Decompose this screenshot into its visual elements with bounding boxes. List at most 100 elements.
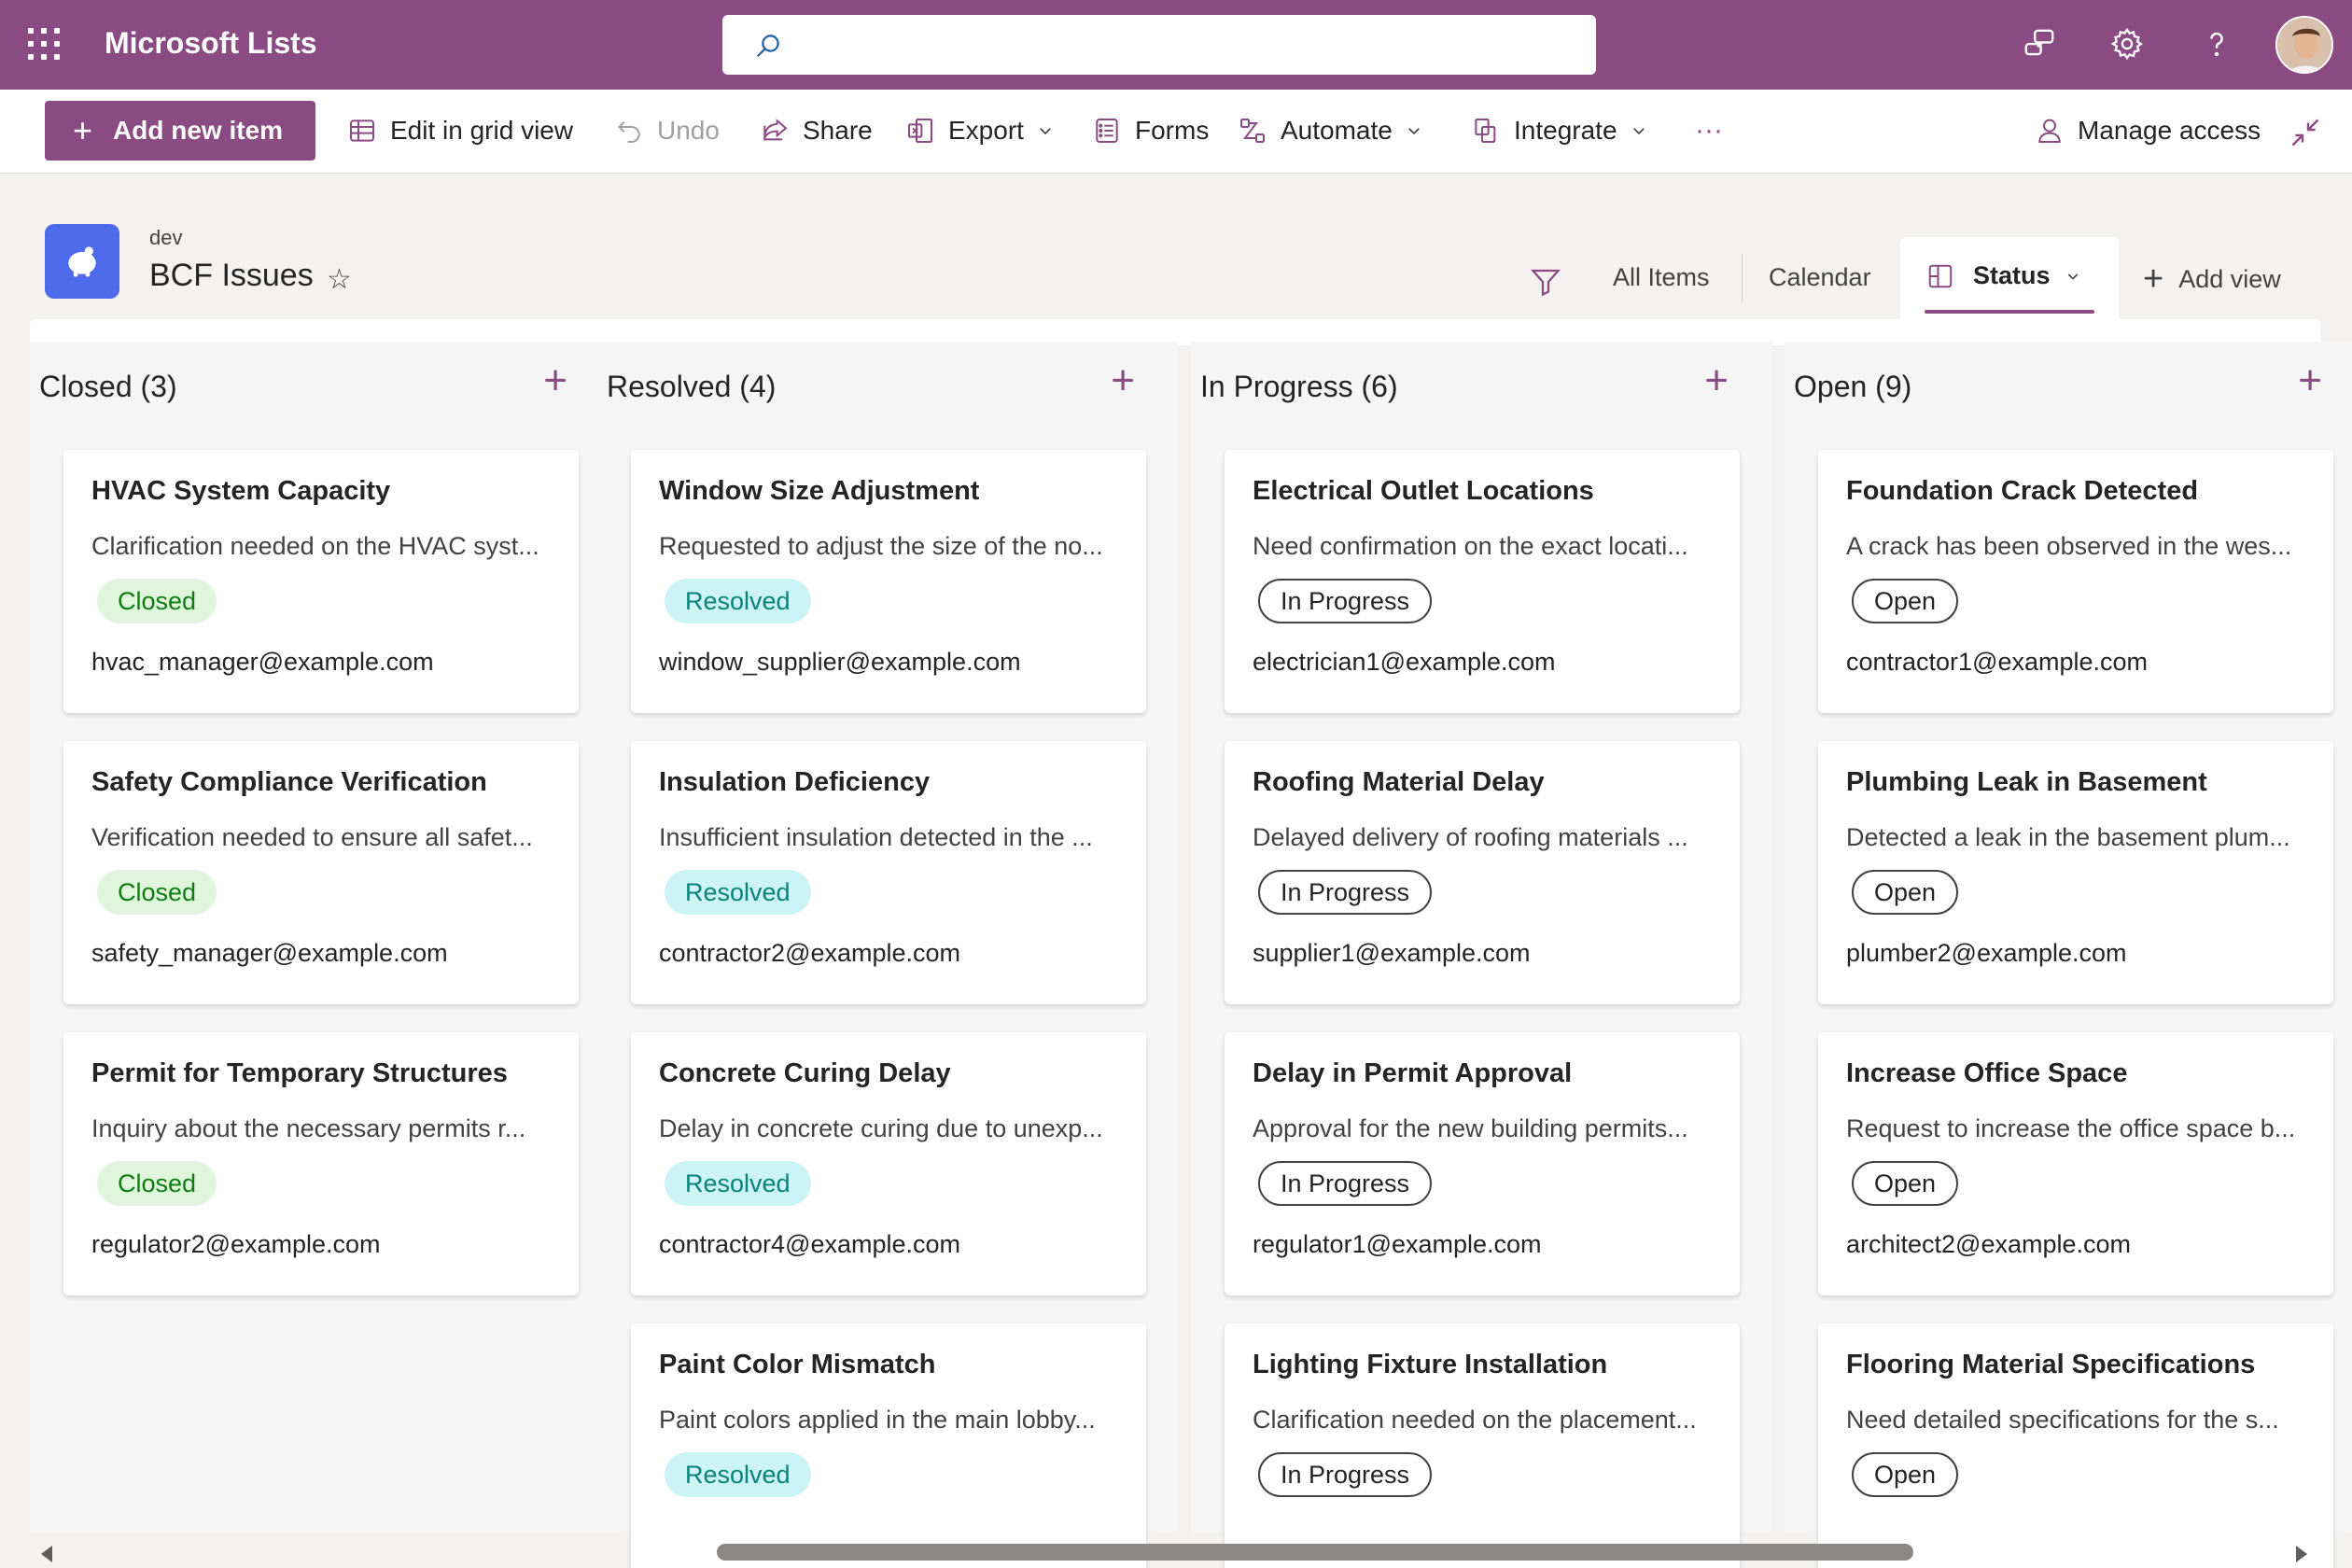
- list-title: BCF Issues: [149, 258, 314, 293]
- piggy-bank-icon: [68, 246, 96, 277]
- forms-button[interactable]: Forms: [1092, 110, 1209, 151]
- site-name[interactable]: dev: [149, 226, 182, 250]
- card-description: Inquiry about the necessary permits r...: [91, 1114, 526, 1142]
- board-column: In Progress (6) + Electrical Outlet Locati…: [1191, 342, 1771, 1568]
- add-new-item-button[interactable]: + Add new item: [45, 101, 315, 161]
- filter-icon[interactable]: [1529, 265, 1562, 299]
- share-button[interactable]: Share: [760, 110, 873, 151]
- column-add-item-button[interactable]: +: [1704, 360, 1729, 401]
- integrate-icon: [1475, 119, 1496, 143]
- issue-card[interactable]: Flooring Material Specifications Need det…: [1818, 1323, 2333, 1568]
- card-title: Roofing Material Delay: [1253, 767, 1545, 797]
- search-box[interactable]: [722, 15, 1596, 75]
- app-title[interactable]: Microsoft Lists: [105, 26, 317, 61]
- add-view-button[interactable]: + Add view: [2143, 261, 2281, 297]
- tab-all-items[interactable]: All Items: [1613, 263, 1710, 292]
- undo-label: Undo: [657, 116, 720, 145]
- column-header: In Progress (6): [1200, 370, 1398, 403]
- board-column: Closed (3) + HVAC System Capacity Clarifica…: [30, 342, 610, 1533]
- issue-card[interactable]: Safety Compliance Verification Verificati…: [63, 741, 579, 1004]
- horizontal-scrollbar[interactable]: [30, 1540, 2326, 1568]
- card-description: Paint colors applied in the main lobby..…: [659, 1406, 1096, 1434]
- status-badge: In Progress: [1258, 1452, 1433, 1497]
- plus-icon: +: [73, 111, 93, 149]
- card-title: Plumbing Leak in Basement: [1846, 767, 2207, 797]
- export-button[interactable]: Export: [905, 110, 1054, 151]
- undo-button[interactable]: Undo: [614, 110, 720, 151]
- card-assignee-email: plumber2@example.com: [1846, 939, 2127, 967]
- issue-card[interactable]: Increase Office Space Request to increase…: [1818, 1032, 2333, 1295]
- grid-icon: [350, 119, 374, 142]
- status-badge: Open: [1852, 1161, 1959, 1206]
- status-badge: Closed: [97, 1161, 217, 1206]
- board-icon: [1928, 264, 1953, 287]
- export-label: Export: [948, 116, 1024, 145]
- forms-icon: [1096, 119, 1118, 143]
- card-assignee-email: contractor1@example.com: [1846, 648, 2149, 676]
- manage-access-button[interactable]: Manage access: [2035, 110, 2261, 151]
- chevron-down-icon: [1632, 128, 1645, 135]
- add-view-label: Add view: [2178, 264, 2281, 293]
- card-title: Flooring Material Specifications: [1846, 1350, 2256, 1379]
- card-assignee-email: regulator2@example.com: [91, 1230, 381, 1258]
- user-avatar[interactable]: [2275, 16, 2333, 74]
- chevron-down-icon: [1408, 128, 1420, 135]
- issue-card[interactable]: Lighting Fixture Installation Clarificati…: [1225, 1323, 1740, 1568]
- card-assignee-email: safety_manager@example.com: [91, 939, 448, 967]
- issue-card[interactable]: Permit for Temporary Structures Inquiry a…: [63, 1032, 579, 1295]
- collapse-icon[interactable]: [2289, 116, 2322, 149]
- card-title: Lighting Fixture Installation: [1253, 1350, 1608, 1379]
- card-description: Insufficient insulation detected in the …: [659, 823, 1093, 851]
- column-add-item-button[interactable]: +: [2298, 360, 2322, 401]
- column-add-item-button[interactable]: +: [543, 360, 567, 401]
- issue-card[interactable]: Electrical Outlet Locations Need confirma…: [1225, 450, 1740, 713]
- status-badge: In Progress: [1258, 579, 1433, 623]
- chat-icon[interactable]: [2022, 26, 2057, 62]
- status-badge: In Progress: [1258, 870, 1433, 915]
- card-description: Detected a leak in the basement plum...: [1846, 823, 2290, 851]
- issue-card[interactable]: Window Size Adjustment Requested to adjus…: [631, 450, 1146, 713]
- card-description: Delay in concrete curing due to unexp...: [659, 1114, 1103, 1142]
- card-title: Permit for Temporary Structures: [91, 1058, 508, 1088]
- status-badge: Resolved: [665, 870, 811, 915]
- manage-access-label: Manage access: [2078, 116, 2261, 145]
- issue-card[interactable]: HVAC System Capacity Clarification needed…: [63, 450, 579, 713]
- app-launcher-icon[interactable]: [28, 28, 60, 60]
- card-title: Concrete Curing Delay: [659, 1058, 951, 1088]
- column-add-item-button[interactable]: +: [1111, 360, 1135, 401]
- scrollbar-thumb[interactable]: [717, 1544, 1913, 1561]
- favorite-star-icon[interactable]: ☆: [327, 263, 352, 296]
- card-description: A crack has been observed in the wes...: [1846, 532, 2292, 560]
- issue-card[interactable]: Plumbing Leak in Basement Detected a leak…: [1818, 741, 2333, 1004]
- status-badge: Resolved: [665, 579, 811, 623]
- integrate-button[interactable]: Integrate: [1471, 110, 1647, 151]
- tab-status[interactable]: Status: [1900, 237, 2119, 319]
- card-title: Paint Color Mismatch: [659, 1350, 936, 1379]
- search-input[interactable]: [797, 26, 1562, 63]
- issue-card[interactable]: Insulation Deficiency Insufficient insula…: [631, 741, 1146, 1004]
- edit-grid-view-button[interactable]: Edit in grid view: [347, 110, 573, 151]
- person-icon: [2038, 119, 2061, 143]
- card-title: Safety Compliance Verification: [91, 767, 487, 797]
- card-assignee-email: regulator1@example.com: [1253, 1230, 1542, 1258]
- automate-button[interactable]: Automate: [1238, 110, 1422, 151]
- issue-card[interactable]: Delay in Permit Approval Approval for the…: [1225, 1032, 1740, 1295]
- scroll-left-icon[interactable]: [41, 1546, 52, 1562]
- column-header: Resolved (4): [607, 370, 777, 403]
- status-badge: Open: [1852, 579, 1959, 623]
- help-icon[interactable]: [2199, 26, 2234, 62]
- scroll-right-icon[interactable]: [2296, 1546, 2307, 1562]
- card-assignee-email: hvac_manager@example.com: [91, 648, 434, 676]
- issue-card[interactable]: Roofing Material Delay Delayed delivery o…: [1225, 741, 1740, 1004]
- card-description: Clarification needed on the HVAC syst...: [91, 532, 539, 560]
- settings-gear-icon[interactable]: [2109, 26, 2145, 62]
- status-badge: Open: [1852, 870, 1959, 915]
- issue-card[interactable]: Foundation Crack Detected A crack has bee…: [1818, 450, 2333, 713]
- undo-icon: [617, 120, 640, 143]
- chevron-down-icon: [2067, 273, 2078, 280]
- more-options-button[interactable]: ···: [1695, 110, 1723, 151]
- tab-calendar[interactable]: Calendar: [1769, 263, 1871, 292]
- card-title: Foundation Crack Detected: [1846, 476, 2199, 506]
- issue-card[interactable]: Concrete Curing Delay Delay in concrete c…: [631, 1032, 1146, 1295]
- issue-card[interactable]: Paint Color Mismatch Paint colors applied…: [631, 1323, 1146, 1568]
